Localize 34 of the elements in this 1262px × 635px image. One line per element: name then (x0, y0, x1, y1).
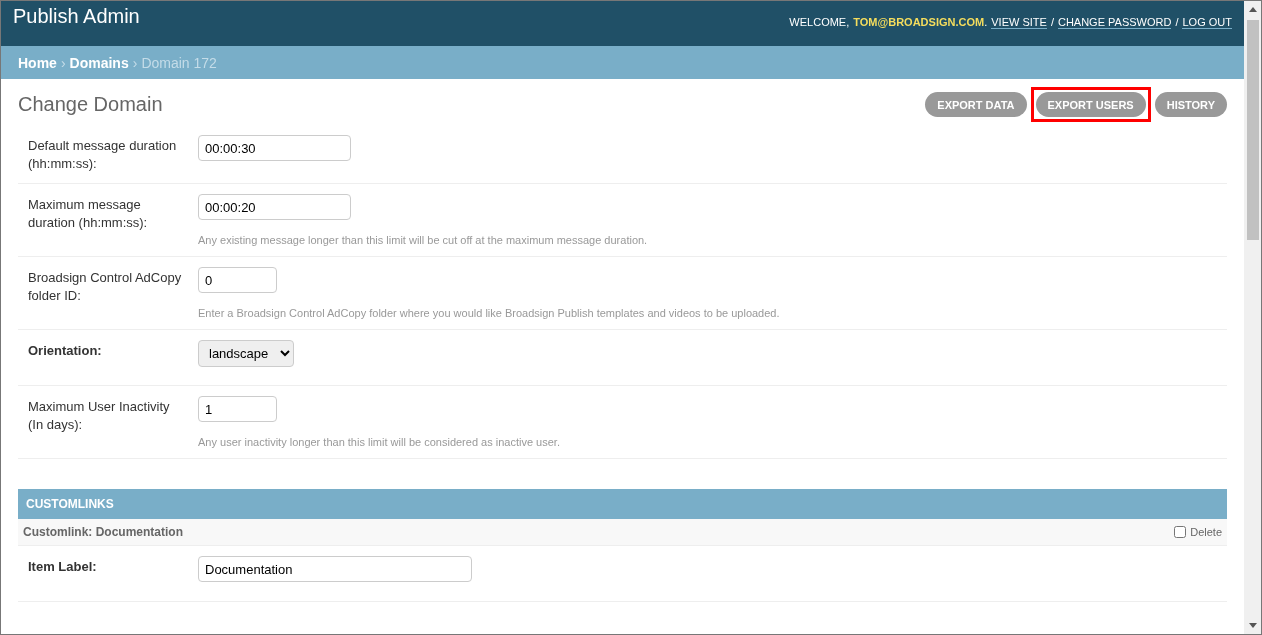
input-field[interactable]: 00:00:30 (198, 135, 351, 161)
separator: / (1050, 16, 1054, 28)
scroll-up-icon[interactable] (1248, 7, 1257, 12)
field-label: Default message duration (hh:mm:ss): (28, 137, 178, 173)
site-title: Publish Admin (13, 5, 140, 29)
select-field[interactable]: landscape (198, 340, 294, 367)
scrollbar-thumb[interactable] (1246, 20, 1259, 240)
delete-label: Delete (1190, 526, 1222, 538)
field-label: Maximum message duration (hh:mm:ss): (28, 196, 149, 232)
user-email: TOM@BROADSIGN.COM. (853, 16, 988, 28)
page-title: Change Domain (18, 93, 163, 116)
section-header: CUSTOMLINKS (18, 489, 1227, 519)
scrollbar[interactable] (1244, 1, 1261, 634)
help-text: Enter a Broadsign Control AdCopy folder where you would like Broadsign Publish templates and videos to be uploaded. (198, 307, 780, 319)
delete-checkbox[interactable] (1174, 526, 1187, 538)
input-field[interactable]: 0 (198, 267, 277, 293)
header-link[interactable]: LOG OUT (1182, 16, 1232, 29)
help-text: Any existing message longer than this limit will be cut off at the maximum message duration. (198, 234, 648, 246)
input-field[interactable]: 1 (198, 396, 277, 422)
separator: › (132, 54, 138, 71)
input-field[interactable]: Documentation (198, 556, 472, 582)
field-label: Orientation: (28, 342, 103, 360)
input-field[interactable]: 00:00:20 (198, 194, 351, 220)
help-text: Any user inactivity longer than this limit will be considered as inactive user. (198, 436, 560, 448)
separator: › (60, 54, 66, 71)
welcome-text: WELCOME, (789, 16, 850, 28)
field-label: Broadsign Control AdCopy folder ID: (28, 269, 183, 305)
scroll-down-icon[interactable] (1248, 623, 1257, 628)
header-link[interactable]: VIEW SITE (991, 16, 1047, 29)
field-label: Item Label: (28, 558, 98, 576)
header-link[interactable]: CHANGE PASSWORD (1057, 16, 1172, 29)
field-label: Maximum User Inactivity (In days): (28, 398, 171, 434)
separator: / (1175, 16, 1179, 28)
item-title: Customlink: Documentation (23, 525, 183, 539)
